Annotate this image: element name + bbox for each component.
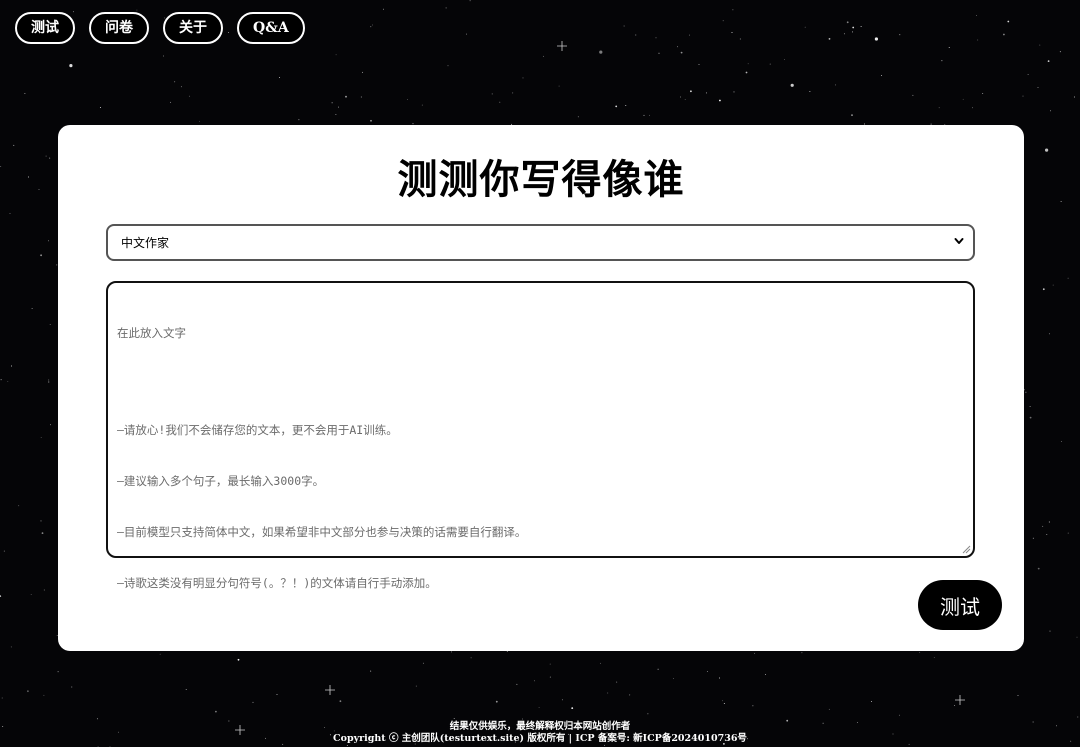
placeholder-line: —诗歌这类没有明显分句符号(。？！)的文体请自行手动添加。: [117, 576, 437, 590]
footer-disclaimer: 结果仅供娱乐，最终解释权归本网站创作者: [449, 721, 631, 732]
top-navigation: 测试 问卷 关于 Q&A: [15, 12, 305, 44]
main-card: 测测你写得像谁 中文作家 在此放入文字 —请放心!我们不会储存您的文本，更不会用…: [58, 125, 1024, 651]
footer-copyright: Copyright ⓒ 主创团队(testurtext.site) 版权所有 |…: [333, 733, 747, 744]
resize-grip-icon[interactable]: [961, 544, 971, 554]
textarea-placeholder: 在此放入文字 —请放心!我们不会储存您的文本，更不会用于AI训练。 —建议输入多…: [117, 291, 526, 626]
text-input-area[interactable]: 在此放入文字 —请放心!我们不会储存您的文本，更不会用于AI训练。 —建议输入多…: [106, 281, 975, 590]
nav-survey-button[interactable]: 问卷: [89, 12, 149, 44]
page-title: 测测你写得像谁: [397, 156, 685, 203]
page-footer: 结果仅供娱乐，最终解释权归本网站创作者 Copyright ⓒ 主创团队(tes…: [0, 721, 1080, 745]
select-value: 中文作家: [121, 236, 170, 250]
nav-about-button[interactable]: 关于: [163, 12, 223, 44]
chevron-down-icon: [954, 238, 964, 244]
placeholder-title: 在此放入文字: [117, 326, 186, 340]
nav-test-button[interactable]: 测试: [15, 12, 75, 44]
placeholder-line: —请放心!我们不会储存您的文本，更不会用于AI训练。: [117, 423, 398, 437]
nav-qa-button[interactable]: Q&A: [237, 12, 305, 44]
placeholder-line: —建议输入多个句子，最长输入3000字。: [117, 474, 325, 488]
submit-test-button[interactable]: 测试: [918, 580, 1002, 630]
placeholder-line: —目前模型只支持简体中文，如果希望非中文部分也参与决策的话需要自行翻译。: [117, 525, 527, 539]
writer-category-select[interactable]: 中文作家: [106, 224, 975, 261]
